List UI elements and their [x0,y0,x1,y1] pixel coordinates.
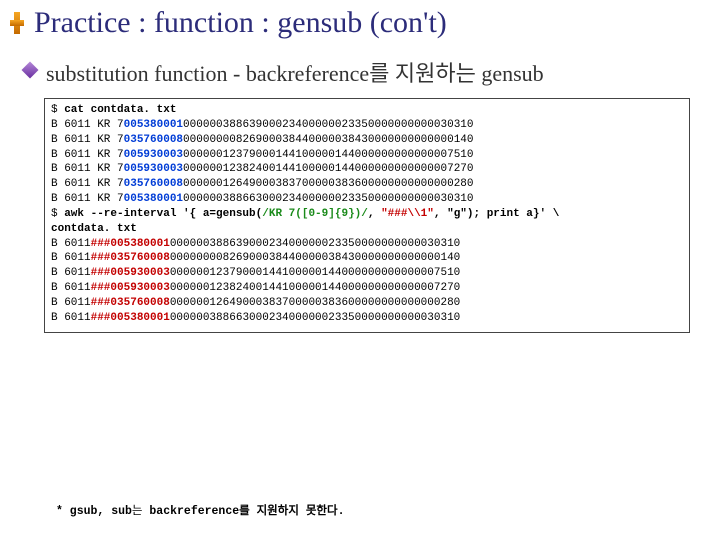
title-bullet-icon [10,12,24,34]
slide-title: Practice : function : gensub (con't) [34,6,447,40]
in-line-2: B 6011 KR 700593000300000012379000144100… [51,149,474,161]
out-line-3: B 6011###0059300030000001238240014410000… [51,282,460,294]
code-box: $ cat contdata. txt B 6011 KR 7005380001… [44,98,690,333]
command-awk: awk --re-interval '{ a=gensub(/KR 7([0-9… [64,208,559,220]
subtitle-row: substitution function - backreference를 지… [0,42,720,94]
footnote-part-c: backreference [149,505,239,518]
in-line-1: B 6011 KR 703576000800000000826900038440… [51,134,474,146]
footnote: * gsub, sub는 backreference를 지원하지 못한다. [56,502,344,518]
footnote-part-a: * gsub, sub [56,505,132,518]
footnote-part-d: 를 지원하지 못한다. [239,505,344,518]
diamond-bullet-icon [22,62,39,79]
command-awk-cont: contdata. txt [51,223,137,235]
title-row: Practice : function : gensub (con't) [0,0,720,42]
command-cat: cat contdata. txt [64,104,176,116]
in-line-0: B 6011 KR 700538000100000038863900023400… [51,119,474,131]
out-line-1: B 6011###0357600080000000082690003844000… [51,252,460,264]
out-line-5: B 6011###0053800010000003886630002340000… [51,312,460,324]
prompt: $ [51,208,64,220]
in-line-5: B 6011 KR 700538000100000038866300023400… [51,193,474,205]
prompt: $ [51,104,64,116]
in-line-4: B 6011 KR 703576000800000012649000383700… [51,178,474,190]
out-line-4: B 6011###0357600080000001264900038370000… [51,297,460,309]
out-line-0: B 6011###0053800010000003886390002340000… [51,238,460,250]
in-line-3: B 6011 KR 700593000300000012382400144100… [51,163,474,175]
slide-subtitle: substitution function - backreference를 지… [46,56,544,88]
footnote-part-b: 는 [132,505,149,518]
out-line-2: B 6011###0059300030000001237900014410000… [51,267,460,279]
